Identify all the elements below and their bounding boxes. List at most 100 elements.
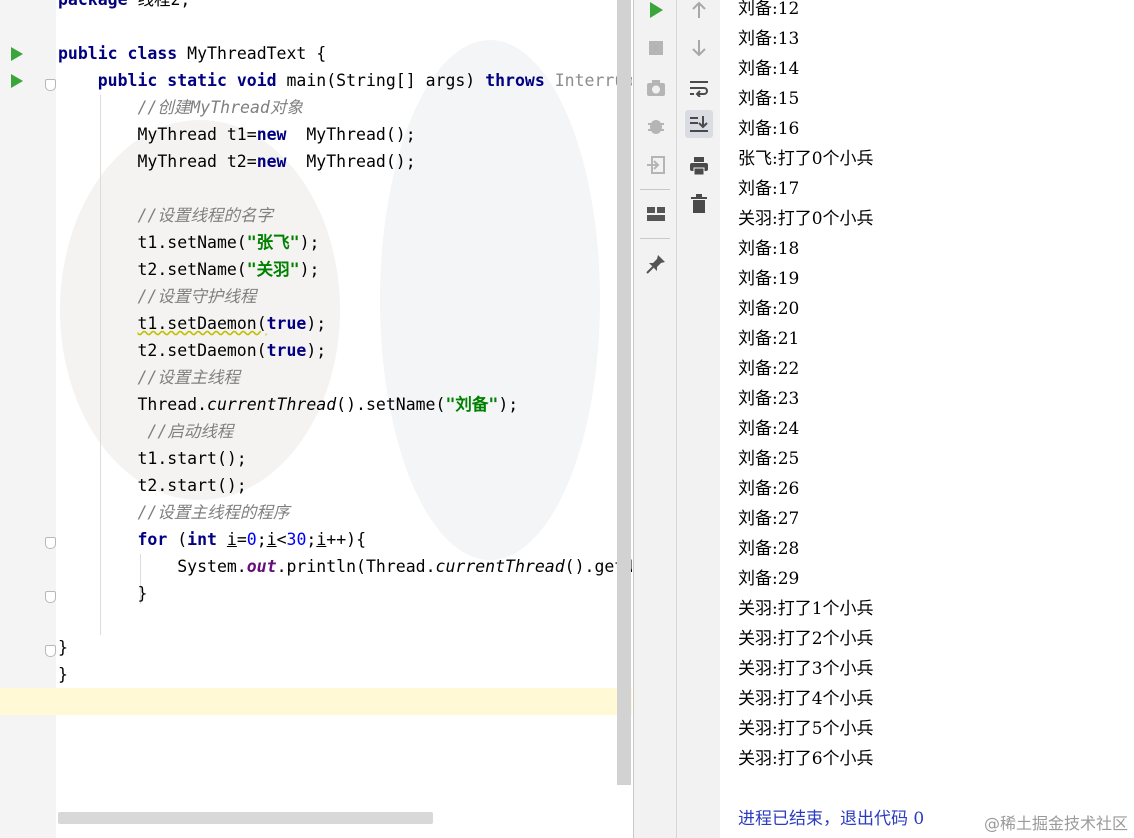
soft-wrap-icon [690,81,708,97]
code-line[interactable] [58,175,632,202]
code-token: public class [58,44,178,63]
pin-button[interactable] [642,250,670,278]
rerun-button[interactable] [642,0,670,24]
code-line[interactable]: t2.setName("关羽"); [58,256,632,283]
code-token: t1.start(); [58,449,247,468]
console-line: 刘备:15 [738,89,800,109]
console-line: 刘备:16 [738,119,800,139]
code-token: new [256,125,287,144]
console-line: 刘备:25 [738,449,800,469]
run-main-icon[interactable] [11,74,23,88]
code-line[interactable]: MyThread t1=new MyThread(); [58,121,632,148]
code-line[interactable]: public static void main(String[] args) t… [58,67,632,94]
code-line[interactable]: t1.setName("张飞"); [58,229,632,256]
code-line[interactable]: } [58,634,632,661]
code-token: = [236,530,247,549]
code-line[interactable]: } [58,661,632,688]
code-token: ; [256,530,267,549]
code-token: //启动线程 [147,422,234,441]
code-token: "张飞" [246,233,300,252]
console-line: 刘备:28 [738,539,800,559]
scroll-to-end-button[interactable] [685,110,713,138]
down-button[interactable] [685,34,713,62]
code-line[interactable]: //创建MyThread对象 [58,94,632,121]
fold-icon[interactable] [45,79,56,91]
code-token: t2.setName( [58,260,247,279]
code-token: .println(Thread. [276,557,436,576]
code-line[interactable]: //设置主线程的程序 [58,499,632,526]
vertical-scrollbar[interactable] [617,0,631,785]
console-output[interactable]: 刘备:12 刘备:13 刘备:14 刘备:15 刘备:16 张飞:打了0个小兵 刘备:17 关… [720,0,1134,838]
console-line: 刘备:18 [738,239,800,259]
code-token: i [316,530,327,549]
run-class-icon[interactable] [11,47,23,61]
debug-bug-icon [648,120,664,134]
code-line[interactable]: package 线程2; [58,0,632,13]
code-line[interactable]: System.out.println(Thread.currentThread(… [58,553,632,580]
code-line[interactable]: t2.setDaemon(true); [58,337,632,364]
console-line: 关羽:打了5个小兵 [738,719,874,739]
code-line[interactable] [58,607,632,634]
dump-threads-button[interactable] [642,74,670,102]
code-line[interactable]: MyThread t2=new MyThread(); [58,148,632,175]
console-line: 刘备:29 [738,569,800,589]
code-token: t2.setDaemon( [58,341,267,360]
scroll-to-end-icon [690,116,708,132]
horizontal-scrollbar[interactable] [58,812,433,824]
code-line[interactable]: t1.start(); [58,445,632,472]
code-token: t1.setName( [58,233,247,252]
console-line: 关羽:打了0个小兵 [738,209,874,229]
code-token: 线程2; [128,0,190,9]
watermark: @稀土掘金技术社区 [983,814,1128,833]
console-line: 张飞:打了0个小兵 [738,149,874,169]
code-line[interactable]: t2.start(); [58,472,632,499]
code-line[interactable]: //设置主线程 [58,364,632,391]
code-token: currentThread [207,395,337,414]
layout-button[interactable] [642,200,670,228]
code-line[interactable]: //设置守护线程 [58,283,632,310]
code-line[interactable]: //启动线程 [58,418,632,445]
stop-button[interactable] [642,34,670,62]
code-editor[interactable]: package 线程2;public class MyThreadText { … [0,0,632,838]
code-token: i [266,530,277,549]
code-token: //设置主线程 [137,368,240,387]
code-line[interactable]: public class MyThreadText { [58,40,632,67]
code-line[interactable]: //设置线程的名字 [58,202,632,229]
code-token: t1.setDaemon( [137,314,267,333]
code-line[interactable]: t1.setDaemon(true); [58,310,632,337]
code-token: package [58,0,128,9]
console-line: 刘备:27 [738,509,800,529]
console-line: 关羽:打了3个小兵 [738,659,874,679]
exit-button[interactable] [642,151,670,179]
print-button[interactable] [685,152,713,180]
code-token: ); [498,395,519,414]
separator [640,189,670,190]
arrow-up-icon [692,1,706,18]
fold-icon[interactable] [45,591,56,603]
clear-button[interactable] [685,190,713,218]
code-token: ); [299,233,320,252]
code-token: Thread. [58,395,208,414]
code-token: "关羽" [246,260,300,279]
console-line: 刘备:23 [738,389,800,409]
code-token: ; [306,530,317,549]
code-token: MyThread t1= [58,125,257,144]
up-button[interactable] [685,0,713,24]
soft-wrap-button[interactable] [685,74,713,102]
code-token: ( [167,530,188,549]
code-token: new [256,152,287,171]
code-token: currentThread [435,557,565,576]
code-line[interactable] [58,13,632,40]
fold-icon[interactable] [45,645,56,657]
debug-button[interactable] [642,112,670,140]
console-line: 刘备:24 [738,419,800,439]
code-line[interactable]: for (int i=0;i<30;i++){ [58,526,632,553]
code-line[interactable]: } [58,580,632,607]
code-token: int [187,530,217,549]
fold-icon[interactable] [45,537,56,549]
code-line[interactable]: Thread.currentThread().setName("刘备"); [58,391,632,418]
code-token: } [58,638,68,657]
